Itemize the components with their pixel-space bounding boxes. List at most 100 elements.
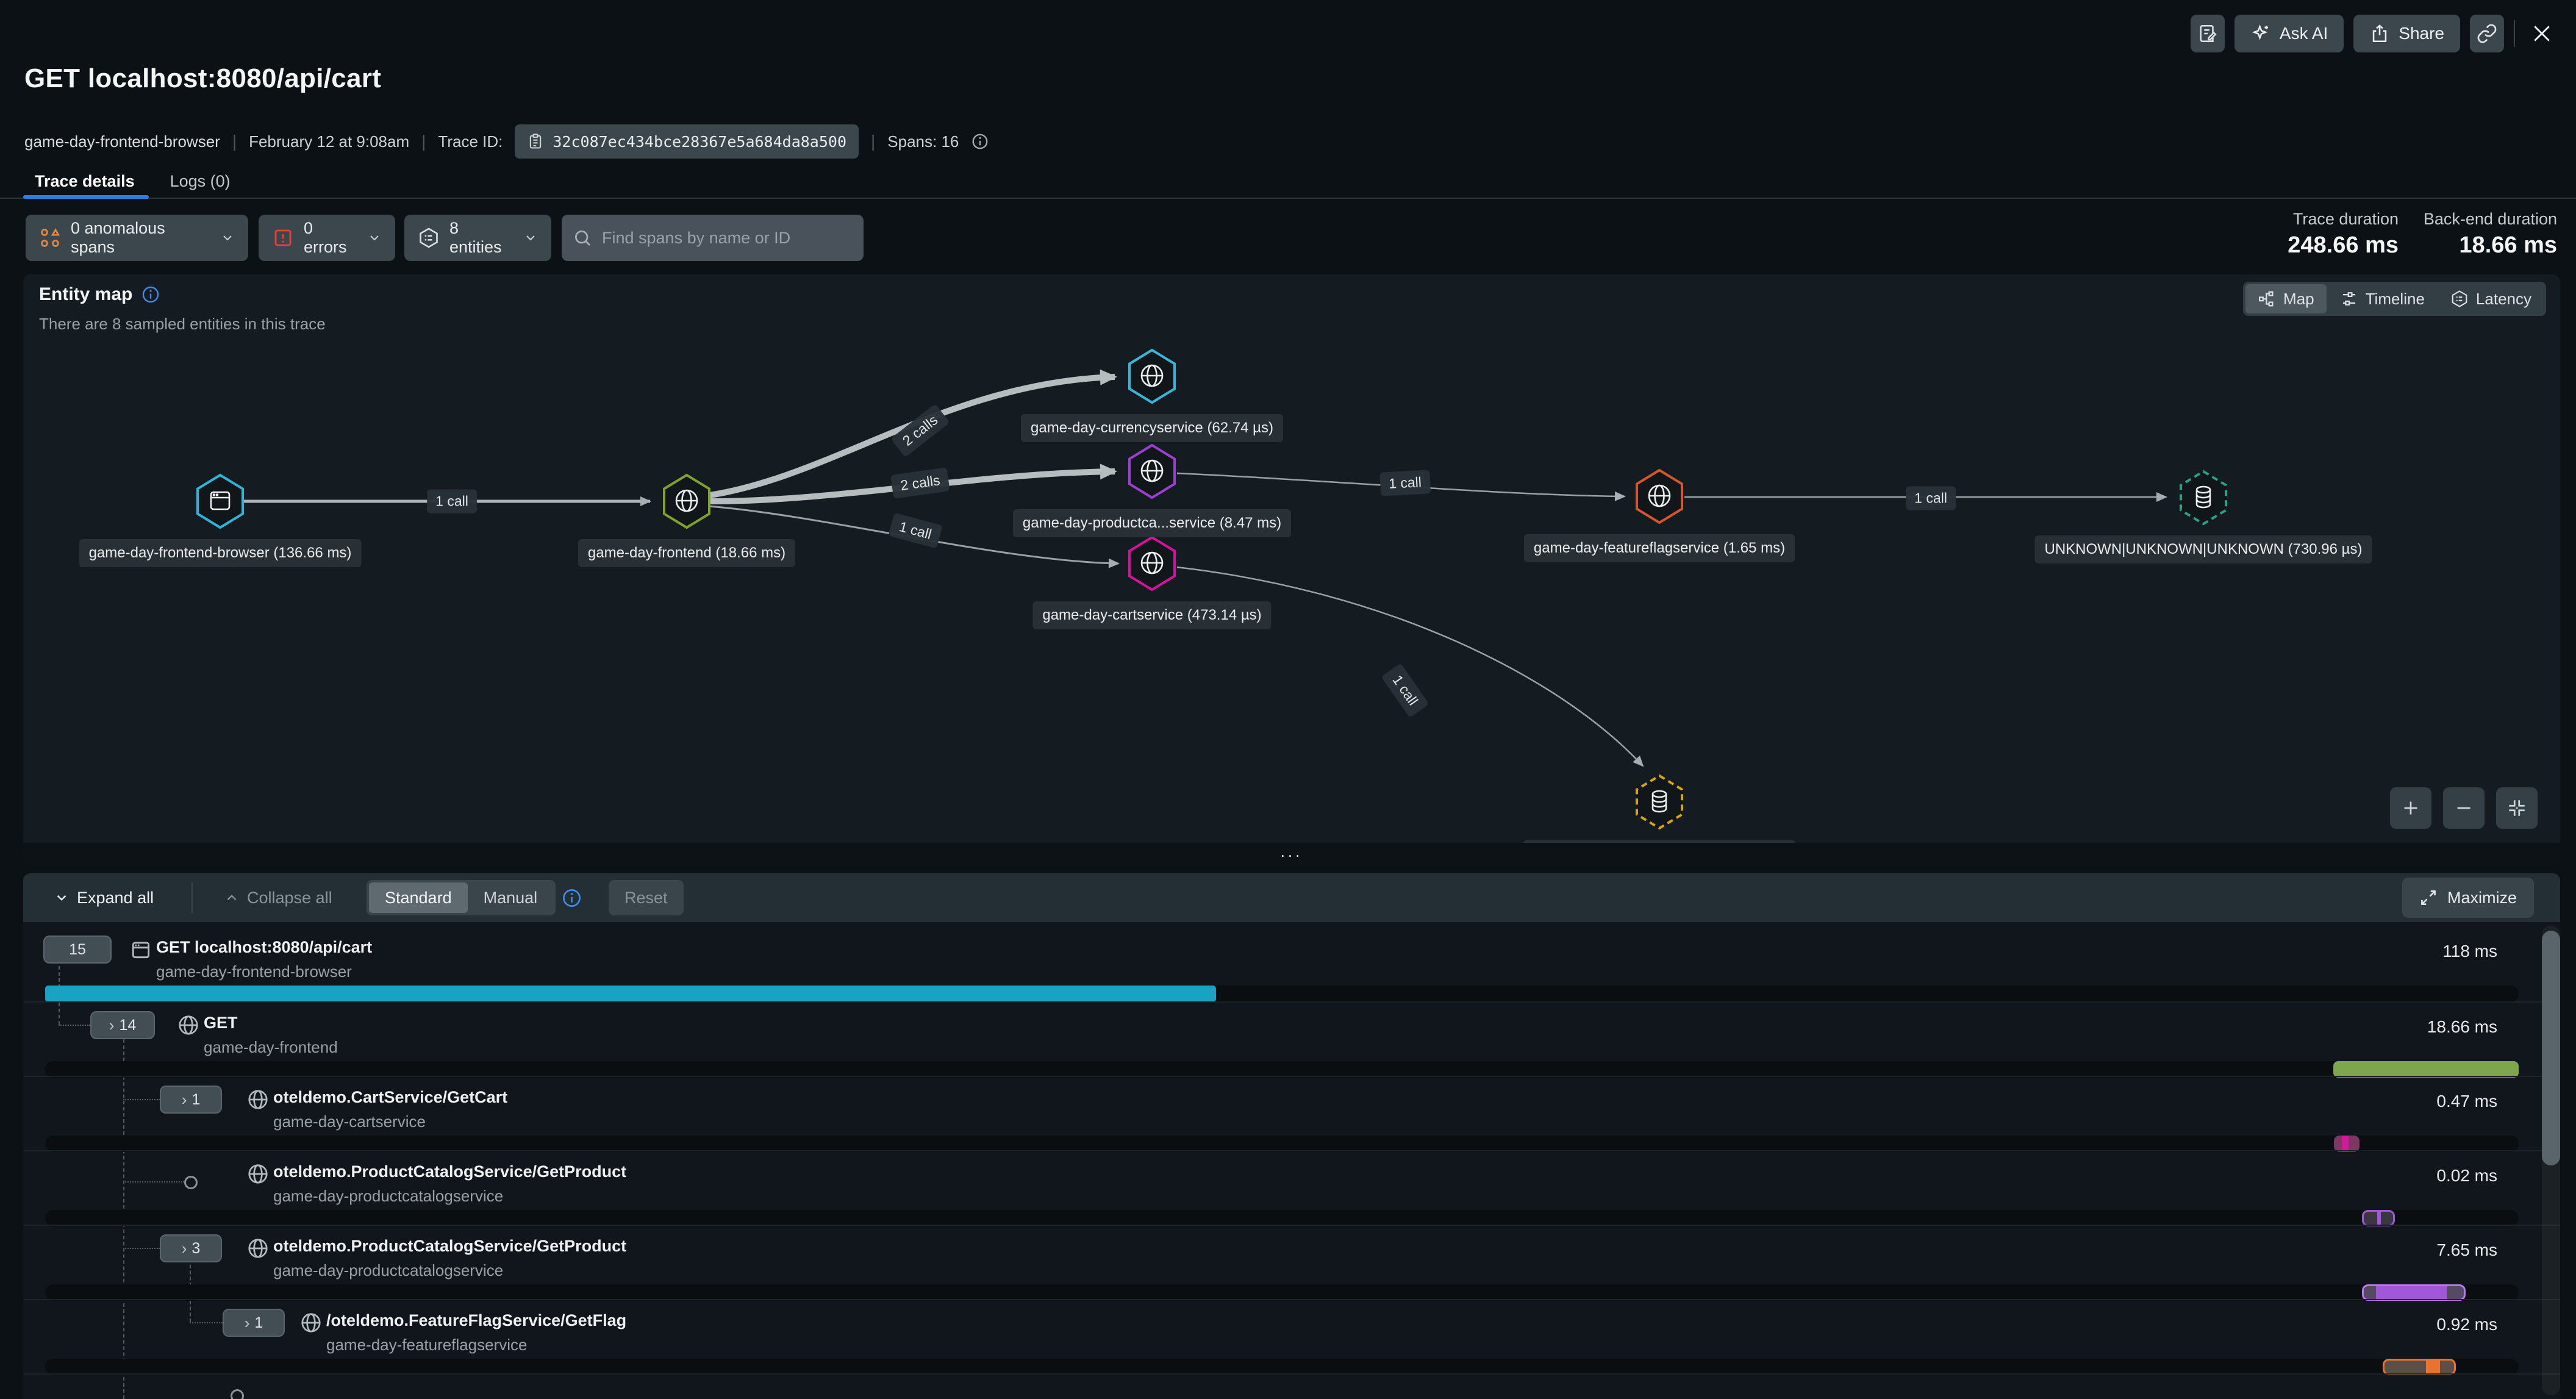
span-toggle-badge[interactable]: ›1 [160, 1086, 222, 1114]
backend-duration-value: 18.66 ms [2424, 232, 2557, 259]
entity-map-panel: Entity map There are 8 sampled entities … [23, 274, 2560, 865]
span-bar[interactable] [2334, 1136, 2360, 1152]
trace-id-pill[interactable]: 32c087ec434bce28367e5a684da8a500 [515, 124, 859, 159]
zoom-in-button[interactable] [2390, 787, 2431, 829]
feedback-button[interactable] [2191, 15, 2225, 52]
collapse-all-button[interactable]: Collapse all [224, 889, 332, 907]
span-track [45, 1210, 2519, 1226]
panel-resize-handle[interactable]: ... [23, 843, 2560, 865]
span-bar[interactable] [45, 986, 1216, 1002]
span-row[interactable]: 15 GET localhost:8080/api/cart game-day-… [23, 927, 2560, 1001]
chevron-down-icon [367, 231, 382, 245]
map-node-productcatalogservice[interactable] [1128, 443, 1176, 499]
span-row[interactable]: ›14 GET game-day-frontend 18.66 ms [23, 1001, 2560, 1077]
span-search[interactable] [562, 215, 864, 261]
span-service: game-day-frontend-browser [156, 962, 352, 981]
span-duration: 7.65 ms [2436, 1240, 2497, 1260]
span-toggle-badge[interactable]: ›3 [160, 1234, 222, 1262]
leaf-span-marker [184, 1176, 198, 1189]
globe-icon [246, 1237, 270, 1260]
span-bar[interactable] [2333, 1061, 2519, 1078]
map-node-currencyservice[interactable] [1128, 348, 1176, 404]
divider [191, 882, 193, 913]
span-row[interactable]: ›1 oteldemo.CartService/GetCart game-day… [23, 1076, 2560, 1151]
map-node-unknown[interactable] [2179, 470, 2228, 526]
chevron-up-icon [224, 890, 240, 906]
leaf-span-marker [231, 1389, 244, 1399]
span-track [45, 1061, 2519, 1078]
link-icon [2477, 23, 2497, 44]
reset-button[interactable]: Reset [609, 880, 684, 915]
span-row-partial[interactable] [23, 1373, 2560, 1399]
zoom-out-button[interactable] [2443, 787, 2485, 829]
node-label: game-day-featureflagservice (1.65 ms) [1524, 534, 1795, 562]
minus-icon [2453, 797, 2475, 819]
globe-icon [299, 1311, 323, 1334]
tabs-divider [0, 198, 2576, 199]
waterfall-toolbar: Expand all Collapse all Standard Manual … [23, 873, 2560, 922]
mode-manual-button[interactable]: Manual [468, 882, 554, 913]
span-toggle-badge[interactable]: ›14 [90, 1011, 155, 1039]
share-button[interactable]: Share [2353, 15, 2460, 52]
arrows-diagonal-icon [2419, 889, 2438, 907]
span-title: GET [204, 1014, 238, 1032]
anomalous-spans-label: 0 anomalous spans [71, 219, 210, 257]
close-button[interactable] [2525, 15, 2559, 52]
search-icon [573, 228, 592, 248]
maximize-button[interactable]: Maximize [2402, 878, 2534, 918]
share-label: Share [2399, 24, 2444, 43]
span-toggle-badge[interactable]: ›1 [223, 1309, 285, 1337]
span-bar[interactable] [2362, 1210, 2395, 1226]
span-duration: 18.66 ms [2427, 1017, 2497, 1037]
chevron-down-icon [220, 231, 235, 245]
error-alert-icon [272, 227, 294, 249]
corners-in-icon [2506, 797, 2528, 819]
expand-all-button[interactable]: Expand all [54, 889, 154, 907]
span-bar[interactable] [2362, 1284, 2466, 1301]
plus-icon [2400, 797, 2422, 819]
chevron-down-icon [54, 890, 70, 906]
separator: | [871, 132, 875, 151]
close-icon [2530, 21, 2554, 46]
top-action-bar: Ask AI Share [2191, 15, 2559, 52]
span-row[interactable]: oteldemo.ProductCatalogService/GetProduc… [23, 1150, 2560, 1226]
sparkle-icon [2250, 23, 2271, 44]
info-icon[interactable] [971, 132, 989, 151]
globe-icon [246, 1162, 270, 1186]
search-input[interactable] [601, 228, 853, 248]
map-node-redis[interactable] [1635, 774, 1684, 830]
map-node-cartservice[interactable] [1128, 535, 1176, 592]
errors-filter[interactable]: 0 errors [259, 215, 395, 261]
span-service: game-day-frontend [204, 1038, 338, 1057]
scrollbar-track[interactable] [2542, 926, 2560, 1395]
entities-filter[interactable]: 8 entities [404, 215, 551, 261]
tab-logs[interactable]: Logs (0) [170, 172, 231, 191]
span-duration: 0.02 ms [2436, 1166, 2497, 1186]
map-node-frontend[interactable] [662, 473, 711, 529]
zoom-fit-button[interactable] [2496, 787, 2538, 829]
span-service: game-day-featureflagservice [326, 1336, 528, 1354]
info-icon[interactable] [561, 887, 582, 909]
span-count-badge[interactable]: 15 [43, 936, 112, 964]
mode-standard-button[interactable]: Standard [369, 882, 468, 913]
span-track [45, 1284, 2519, 1301]
span-title: GET localhost:8080/api/cart [156, 938, 372, 957]
span-track [45, 1136, 2519, 1152]
scrollbar-thumb[interactable] [2542, 931, 2560, 1165]
share-icon [2369, 23, 2390, 44]
span-title: oteldemo.ProductCatalogService/GetProduc… [273, 1237, 626, 1256]
map-node-featureflagservice[interactable] [1635, 468, 1684, 524]
span-row[interactable]: ›1 /oteldemo.FeatureFlagService/GetFlag … [23, 1299, 2560, 1375]
span-row[interactable]: ›3 oteldemo.ProductCatalogService/GetPro… [23, 1225, 2560, 1300]
tab-trace-details[interactable]: Trace details [35, 172, 135, 191]
anomalous-spans-filter[interactable]: 0 anomalous spans [26, 215, 248, 261]
map-node-frontend-browser[interactable] [196, 473, 245, 529]
errors-label: 0 errors [304, 219, 357, 257]
node-label: game-day-cartservice (473.14 µs) [1032, 601, 1271, 629]
copy-link-button[interactable] [2470, 15, 2504, 52]
ask-ai-button[interactable]: Ask AI [2234, 15, 2344, 52]
span-bar[interactable] [2383, 1359, 2456, 1375]
span-title: oteldemo.ProductCatalogService/GetProduc… [273, 1162, 626, 1181]
ask-ai-label: Ask AI [2280, 24, 2328, 43]
hexagon-list-icon [418, 227, 440, 249]
